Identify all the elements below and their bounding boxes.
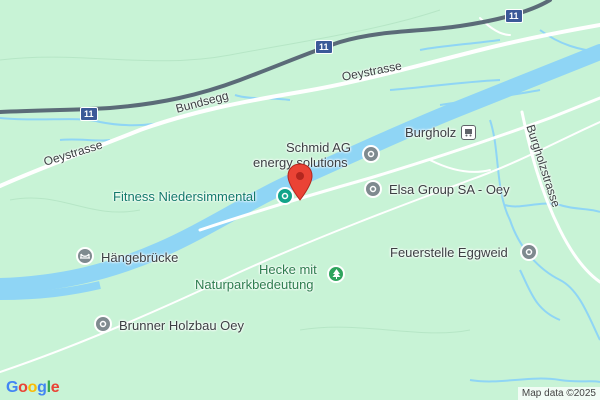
poi-label-hecke[interactable]: Hecke mit <box>259 263 317 277</box>
poi-label-haengebruecke[interactable]: Hängebrücke <box>101 251 178 265</box>
location-pin-icon[interactable] <box>520 243 538 261</box>
highway-shield: 11 <box>505 9 523 23</box>
location-pin-icon[interactable] <box>362 145 380 163</box>
tree-icon[interactable] <box>327 265 345 283</box>
poi-label-brunner[interactable]: Brunner Holzbau Oey <box>119 319 244 333</box>
highway-shield: 11 <box>315 40 333 54</box>
google-logo[interactable]: Google <box>6 379 60 397</box>
poi-label-elsa[interactable]: Elsa Group SA - Oey <box>389 183 510 197</box>
location-pin-icon[interactable] <box>94 315 112 333</box>
highway-shield: 11 <box>80 107 98 121</box>
map-attribution[interactable]: Map data ©2025 <box>517 387 600 400</box>
bridge-icon[interactable] <box>76 247 94 265</box>
poi-label-schmid[interactable]: Schmid AG <box>286 141 351 155</box>
poi-label-fitness[interactable]: Fitness Niedersimmental <box>113 190 256 204</box>
location-pin-icon[interactable] <box>364 180 382 198</box>
map-canvas[interactable]: Oeystrasse Bundsegg Oeystrasse Burgholzs… <box>0 0 600 400</box>
poi-label-hecke-line2[interactable]: Naturparkbedeutung <box>195 278 314 292</box>
bus-stop-icon[interactable] <box>461 125 476 140</box>
poi-label-feuerstelle[interactable]: Feuerstelle Eggweid <box>390 246 508 260</box>
place-label-burgholz[interactable]: Burgholz <box>405 126 456 140</box>
red-marker-icon[interactable] <box>287 163 313 201</box>
